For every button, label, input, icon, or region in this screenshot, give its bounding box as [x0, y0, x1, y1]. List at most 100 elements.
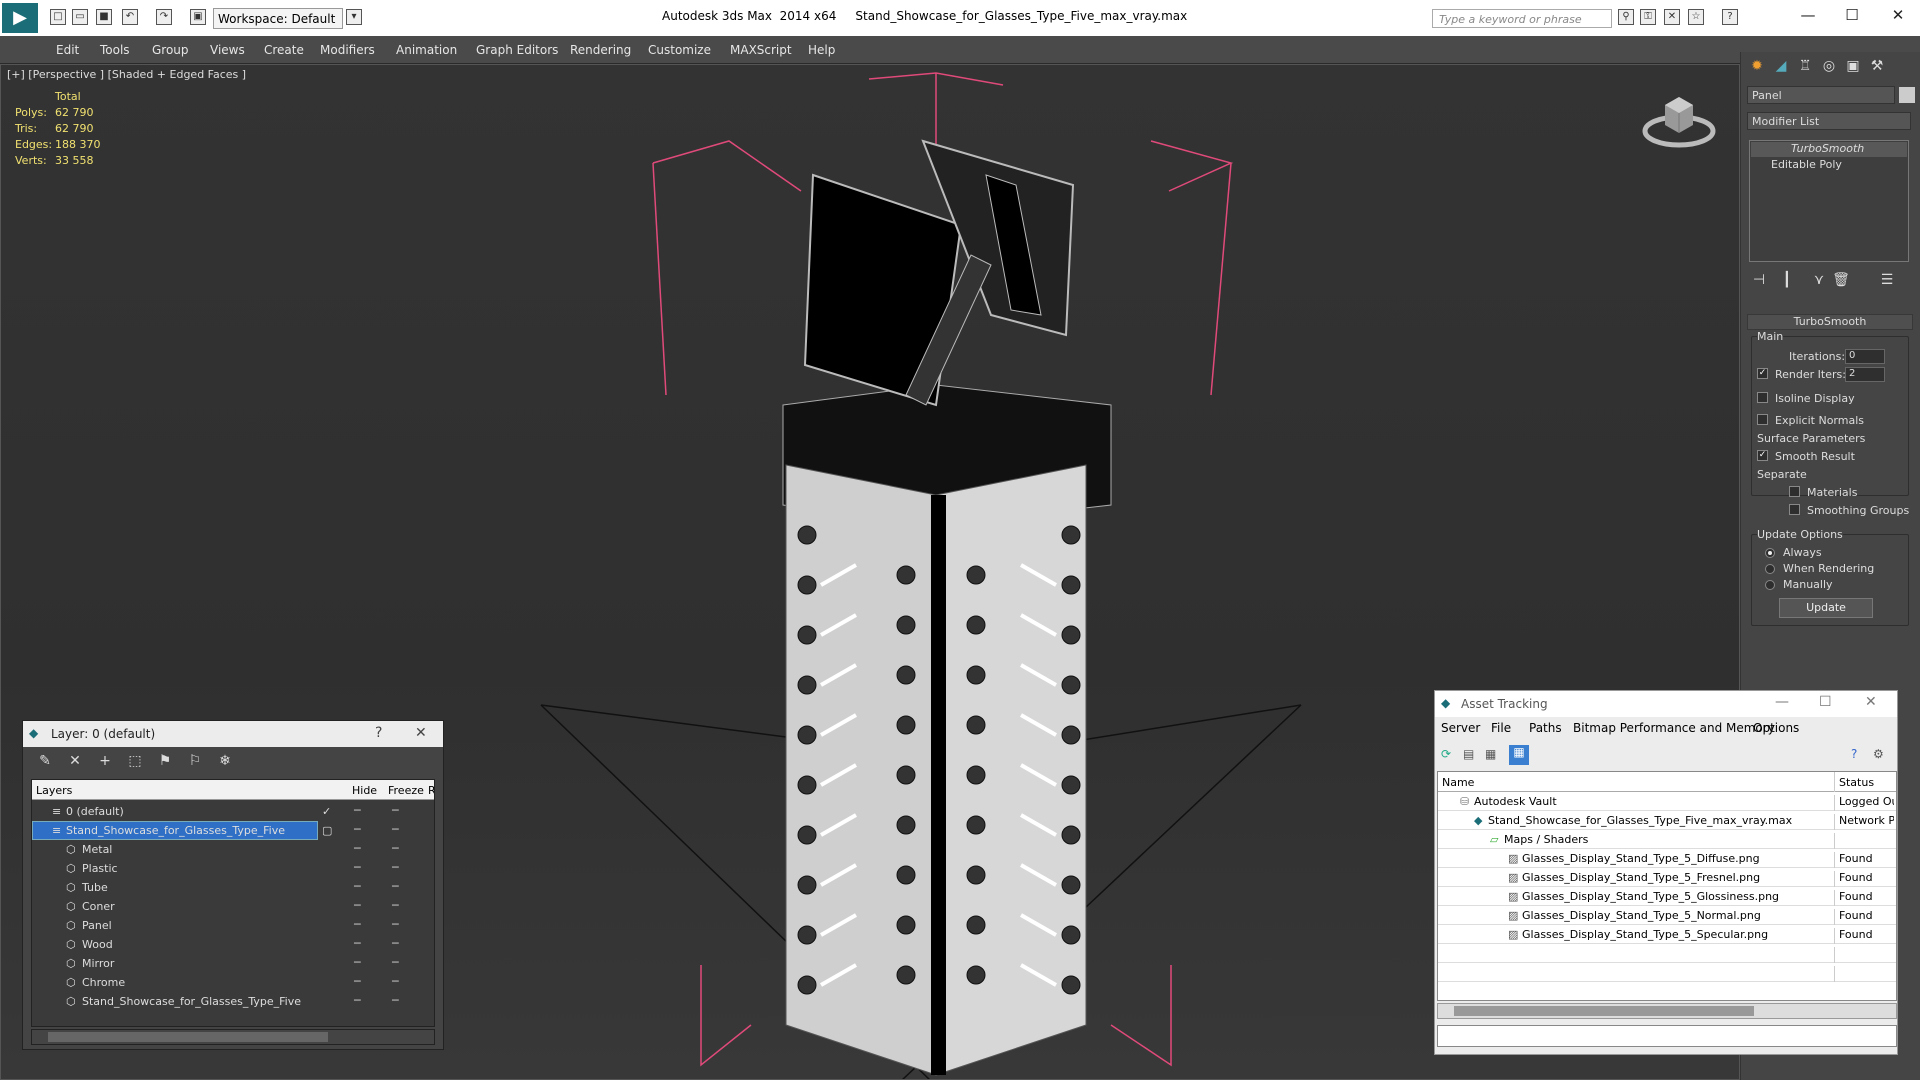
hide-toggle[interactable]: ━ [354, 842, 361, 855]
asset-path-field[interactable] [1437, 1025, 1897, 1047]
minimize-button[interactable]: — [1796, 6, 1820, 28]
favorites-star-icon[interactable]: ☆ [1688, 9, 1704, 25]
object-row[interactable]: ⬡ Metal ━ ━ [32, 840, 434, 859]
motion-tab-icon[interactable]: ◎ [1819, 58, 1839, 78]
refresh-icon[interactable]: ⟳ [1441, 747, 1451, 761]
stack-item-editable-poly[interactable]: Editable Poly [1751, 158, 1907, 173]
col-name[interactable]: Name [1442, 776, 1474, 789]
freeze-toggle[interactable]: ━ [392, 861, 399, 874]
asset-settings-icon[interactable]: ⚙ [1873, 747, 1884, 761]
asset-minimize-button[interactable]: — [1775, 694, 1789, 710]
freeze-toggle[interactable]: ━ [392, 880, 399, 893]
asset-row[interactable]: ◆ Stand_Showcase_for_Glasses_Type_Five_ma… [1438, 811, 1896, 830]
object-name-field[interactable]: Panel [1747, 86, 1895, 104]
save-icon[interactable]: ■ [96, 9, 112, 25]
explicit-normals-checkbox[interactable] [1757, 414, 1768, 425]
remove-modifier-icon[interactable]: 🗑 [1831, 272, 1851, 292]
layer-row-default[interactable]: ≡ 0 (default) ✓ ━ ━ [32, 802, 434, 821]
asset-row[interactable]: ▨ Glasses_Display_Stand_Type_5_Glossiness… [1438, 887, 1896, 906]
object-row[interactable]: ⬡ Wood ━ ━ [32, 935, 434, 954]
col-r[interactable]: R [428, 784, 434, 797]
menu-group[interactable]: Group [152, 43, 189, 57]
key-icon[interactable]: ⚿ [1640, 9, 1656, 25]
utilities-tab-icon[interactable]: ⚒ [1867, 58, 1887, 78]
menu-views[interactable]: Views [210, 43, 245, 57]
layer-close-button[interactable]: ✕ [415, 725, 427, 741]
asset-menu-paths[interactable]: Paths [1529, 721, 1562, 735]
asset-row[interactable]: ▱ Maps / Shaders [1438, 830, 1896, 849]
menu-edit[interactable]: Edit [56, 43, 79, 57]
hide-toggle[interactable]: ━ [354, 899, 361, 912]
freeze-toggle[interactable]: ━ [392, 956, 399, 969]
object-row[interactable]: ⬡ Stand_Showcase_for_Glasses_Type_Five ━ ━ [32, 992, 434, 1011]
asset-close-button[interactable]: ✕ [1865, 694, 1877, 710]
isoline-display-checkbox[interactable] [1757, 392, 1768, 403]
asset-row[interactable]: ▨ Glasses_Display_Stand_Type_5_Diffuse.pn… [1438, 849, 1896, 868]
help-icon[interactable]: ? [1722, 9, 1738, 25]
list-view-icon[interactable]: ▤ [1463, 747, 1474, 761]
iterations-spinner[interactable]: 0 [1845, 349, 1885, 364]
object-row[interactable]: ⬡ Mirror ━ ━ [32, 954, 434, 973]
layer-horizontal-scrollbar[interactable] [31, 1029, 435, 1045]
asset-menu-options[interactable]: Options [1753, 721, 1799, 735]
freeze-toggle[interactable]: ━ [392, 994, 399, 1007]
details-view-icon[interactable]: ▦ [1485, 747, 1496, 761]
asset-help-icon[interactable]: ? [1851, 747, 1857, 761]
turbosmooth-rollout-header[interactable]: TurboSmooth [1747, 314, 1913, 330]
hierarchy-tab-icon[interactable]: ♖ [1795, 58, 1815, 78]
object-row[interactable]: ⬡ Panel ━ ━ [32, 916, 434, 935]
menu-tools[interactable]: Tools [100, 43, 130, 57]
col-hide[interactable]: Hide [352, 784, 377, 797]
hide-toggle[interactable]: ━ [354, 918, 361, 931]
new-layer-icon[interactable]: ✎ [35, 753, 55, 773]
object-row[interactable]: ⬡ Tube ━ ━ [32, 878, 434, 897]
add-to-layer-icon[interactable]: + [95, 753, 115, 773]
freeze-toggle[interactable]: ━ [392, 975, 399, 988]
when-rendering-radio[interactable] [1765, 564, 1775, 574]
asset-horizontal-scrollbar[interactable] [1437, 1003, 1897, 1019]
current-layer-check-icon[interactable]: ✓ [322, 805, 331, 818]
materials-checkbox[interactable] [1789, 486, 1800, 497]
menu-graph-editors[interactable]: Graph Editors [476, 43, 558, 57]
close-button[interactable]: ✕ [1886, 6, 1910, 28]
smooth-result-checkbox[interactable]: ✓ [1757, 450, 1768, 461]
create-tab-icon[interactable]: ✹ [1747, 58, 1767, 78]
manually-radio[interactable] [1765, 580, 1775, 590]
show-end-result-icon[interactable]: ┃ [1777, 272, 1797, 292]
smoothing-groups-checkbox[interactable] [1789, 504, 1800, 515]
undo-icon[interactable]: ↶ [122, 9, 138, 25]
menu-help[interactable]: Help [808, 43, 835, 57]
exchange-icon[interactable]: ✕ [1664, 9, 1680, 25]
asset-row[interactable]: ▨ Glasses_Display_Stand_Type_5_Fresnel.pn… [1438, 868, 1896, 887]
asset-menu-bitmap[interactable]: Bitmap Performance and Memory [1573, 721, 1775, 735]
asset-row[interactable]: ⛁ Autodesk Vault Logged Ou [1438, 792, 1896, 811]
open-file-icon[interactable]: ▭ [72, 9, 88, 25]
object-row[interactable]: ⬡ Plastic ━ ━ [32, 859, 434, 878]
select-layers-icon[interactable]: ⚑ [155, 753, 175, 773]
project-folder-icon[interactable]: ▣ [190, 9, 206, 25]
update-button[interactable]: Update [1779, 598, 1873, 618]
asset-maximize-button[interactable]: ☐ [1819, 694, 1832, 710]
object-row[interactable]: ⬡ Chrome ━ ━ [32, 973, 434, 992]
asset-row[interactable]: ▨ Glasses_Display_Stand_Type_5_Normal.png… [1438, 906, 1896, 925]
maximize-button[interactable]: ☐ [1840, 6, 1864, 28]
workspace-dropdown[interactable]: Workspace: Default [213, 8, 343, 29]
app-logo-icon[interactable]: ▶ [2, 3, 38, 33]
search-input[interactable]: Type a keyword or phrase [1432, 9, 1612, 28]
freeze-toggle[interactable]: ━ [392, 823, 399, 836]
table-view-icon[interactable]: ▦ [1509, 745, 1529, 765]
hide-all-icon[interactable]: ⚐ [185, 753, 205, 773]
hide-toggle[interactable]: ━ [354, 823, 361, 836]
freeze-toggle[interactable]: ━ [392, 937, 399, 950]
hide-toggle[interactable]: ━ [354, 956, 361, 969]
hide-toggle[interactable]: ━ [354, 804, 361, 817]
col-layers[interactable]: Layers [36, 784, 72, 797]
layer-row-selected[interactable]: ≡ Stand_Showcase_for_Glasses_Type_Five ▢… [32, 821, 434, 840]
render-iters-spinner[interactable]: 2 [1845, 367, 1885, 382]
menu-maxscript[interactable]: MAXScript [730, 43, 792, 57]
workspace-arrow-icon[interactable]: ▾ [346, 9, 362, 25]
menu-create[interactable]: Create [264, 43, 304, 57]
freeze-toggle[interactable]: ━ [392, 899, 399, 912]
menu-rendering[interactable]: Rendering [570, 43, 631, 57]
menu-animation[interactable]: Animation [396, 43, 457, 57]
